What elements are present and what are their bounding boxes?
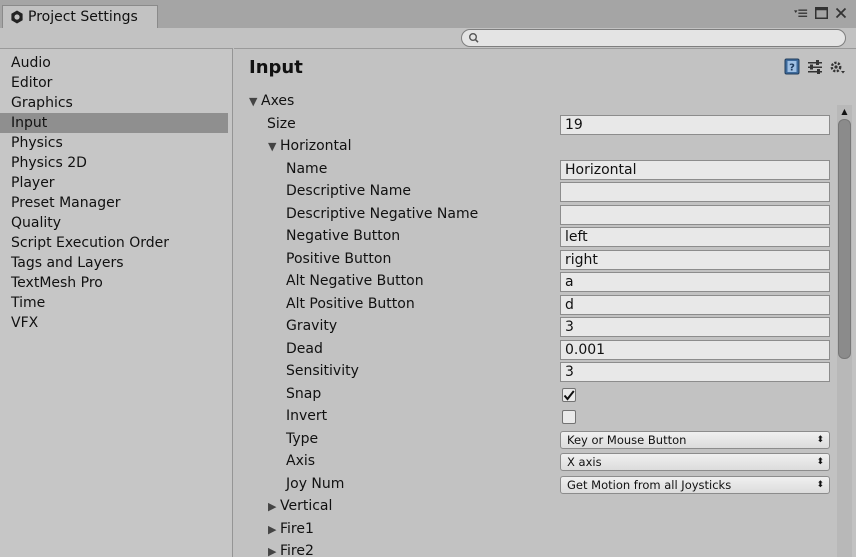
alt-negative-button-label: Alt Negative Button [286, 273, 424, 289]
sidebar-item-editor[interactable]: Editor [0, 73, 228, 93]
axis-label: Axis [286, 453, 316, 469]
snap-label: Snap [286, 386, 322, 402]
collapse-arrow-icon: ▶ [268, 545, 277, 557]
header-icons: ? [783, 58, 846, 75]
window-controls [794, 6, 848, 20]
negative-button-label: Negative Button [286, 228, 401, 244]
search-box[interactable] [461, 29, 846, 47]
gravity-field[interactable]: 3 [560, 317, 830, 337]
descriptive-name-label: Descriptive Name [286, 183, 411, 199]
joy-num-dropdown-value: Get Motion from all Joysticks [567, 478, 732, 492]
sidebar-item-time[interactable]: Time [0, 293, 228, 313]
alt-positive-button-field[interactable]: d [560, 295, 830, 315]
sidebar-item-quality[interactable]: Quality [0, 213, 228, 233]
vertical-scrollbar[interactable]: ▲ [837, 105, 852, 557]
axis-dropdown[interactable]: X axis ⬍ [560, 453, 830, 471]
sensitivity-field[interactable]: 3 [560, 362, 830, 382]
dead-field[interactable]: 0.001 [560, 340, 830, 360]
checkmark-icon [563, 389, 575, 401]
page-title: Input [249, 57, 303, 78]
fire1-label: Fire1 [280, 521, 314, 537]
invert-checkbox[interactable] [562, 410, 576, 424]
snap-checkbox[interactable] [562, 388, 576, 402]
settings-gear-icon[interactable] [829, 58, 846, 75]
sensitivity-label: Sensitivity [286, 363, 359, 379]
descriptive-negative-name-label: Descriptive Negative Name [286, 206, 479, 222]
dropdown-caret-icon: ⬍ [816, 435, 824, 445]
dropdown-caret-icon: ⬍ [816, 457, 824, 467]
negative-button-field[interactable]: left [560, 227, 830, 247]
scroll-up-arrow-icon[interactable]: ▲ [837, 105, 852, 117]
expand-arrow-icon: ▼ [249, 95, 258, 108]
vertical-label: Vertical [280, 498, 333, 514]
fire2-label: Fire2 [280, 543, 314, 557]
alt-negative-button-field[interactable]: a [560, 272, 830, 292]
sidebar-item-player[interactable]: Player [0, 173, 228, 193]
vertical-foldout[interactable]: ▶ Vertical [268, 495, 332, 517]
expand-arrow-icon: ▼ [268, 140, 277, 153]
fire1-foldout[interactable]: ▶ Fire1 [268, 518, 314, 540]
horizontal-foldout[interactable]: ▼ Horizontal [268, 135, 351, 157]
collapse-arrow-icon: ▶ [268, 523, 277, 536]
sidebar-item-vfx[interactable]: VFX [0, 313, 228, 333]
tab-menu-icon[interactable] [794, 6, 808, 20]
unity-gear-icon [10, 10, 24, 24]
settings-sidebar: Audio Editor Graphics Input Physics Phys… [0, 48, 233, 557]
axis-dropdown-value: X axis [567, 455, 602, 469]
descriptive-negative-name-field[interactable] [560, 205, 830, 225]
scrollbar-thumb[interactable] [838, 119, 851, 359]
search-icon [468, 31, 480, 49]
axes-foldout[interactable]: ▼ Axes [249, 90, 294, 112]
sidebar-item-script-execution-order[interactable]: Script Execution Order [0, 233, 228, 253]
maximize-icon[interactable] [814, 6, 828, 20]
dropdown-caret-icon: ⬍ [816, 480, 824, 490]
joy-num-dropdown[interactable]: Get Motion from all Joysticks ⬍ [560, 476, 830, 494]
title-bar: Project Settings [0, 0, 856, 28]
sidebar-item-tags-and-layers[interactable]: Tags and Layers [0, 253, 228, 273]
axes-label: Axes [261, 93, 295, 109]
sidebar-item-graphics[interactable]: Graphics [0, 93, 228, 113]
svg-text:?: ? [789, 63, 795, 74]
collapse-arrow-icon: ▶ [268, 500, 277, 513]
close-icon[interactable] [834, 6, 848, 20]
type-dropdown[interactable]: Key or Mouse Button ⬍ [560, 431, 830, 449]
sidebar-item-preset-manager[interactable]: Preset Manager [0, 193, 228, 213]
sidebar-item-physics-2d[interactable]: Physics 2D [0, 153, 228, 173]
name-field[interactable]: Horizontal [560, 160, 830, 180]
sidebar-item-input[interactable]: Input [0, 113, 228, 133]
invert-label: Invert [286, 408, 328, 424]
size-label: Size [267, 116, 296, 132]
type-dropdown-value: Key or Mouse Button [567, 433, 687, 447]
sidebar-item-physics[interactable]: Physics [0, 133, 228, 153]
descriptive-name-field[interactable] [560, 182, 830, 202]
search-input[interactable] [484, 30, 834, 46]
input-settings-panel: Input ? ▼ Axes Size 19 ▼ Horizontal Name H… [234, 48, 856, 557]
name-label: Name [286, 161, 328, 177]
project-settings-tab[interactable]: Project Settings [2, 5, 158, 28]
dead-label: Dead [286, 341, 323, 357]
sidebar-item-audio[interactable]: Audio [0, 53, 228, 73]
search-bar [0, 28, 856, 48]
horizontal-label: Horizontal [280, 138, 352, 154]
positive-button-label: Positive Button [286, 251, 392, 267]
size-field[interactable]: 19 [560, 115, 830, 135]
type-label: Type [286, 431, 319, 447]
joy-num-label: Joy Num [286, 476, 345, 492]
positive-button-field[interactable]: right [560, 250, 830, 270]
gravity-label: Gravity [286, 318, 338, 334]
alt-positive-button-label: Alt Positive Button [286, 296, 415, 312]
help-book-icon[interactable]: ? [783, 58, 800, 75]
tab-title: Project Settings [28, 9, 138, 25]
sidebar-item-textmesh-pro[interactable]: TextMesh Pro [0, 273, 228, 293]
presets-sliders-icon[interactable] [806, 58, 823, 75]
fire2-foldout[interactable]: ▶ Fire2 [268, 540, 314, 557]
